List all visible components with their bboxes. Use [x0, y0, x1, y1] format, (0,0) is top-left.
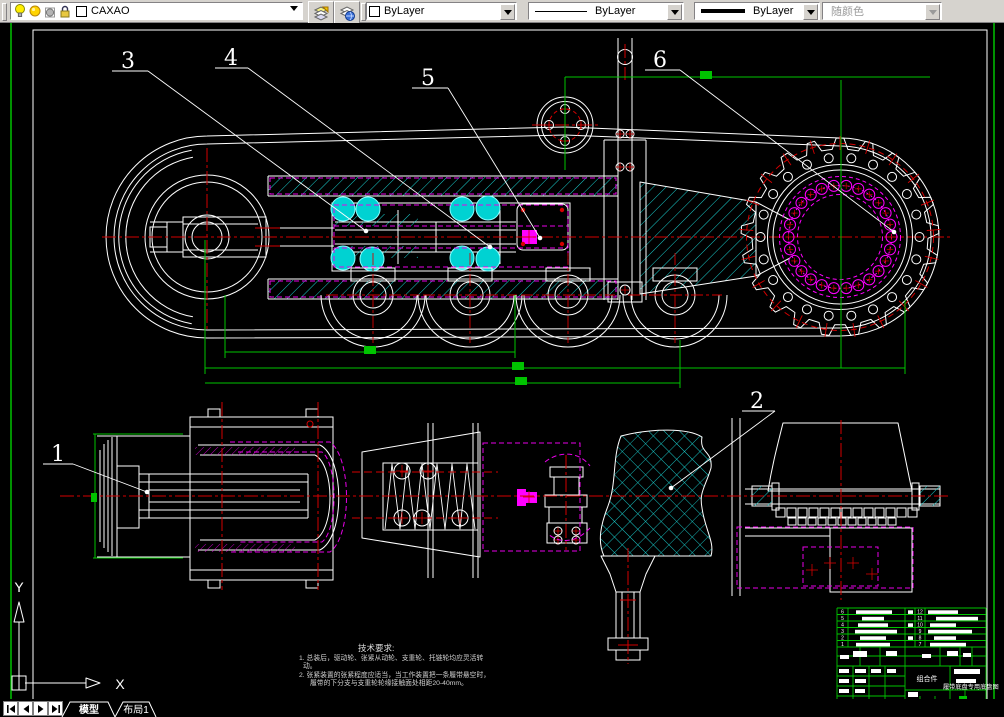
layer-previous-button[interactable] [334, 1, 360, 24]
svg-text:2: 2 [750, 389, 764, 414]
layers-globe-icon [339, 5, 355, 21]
svg-text:履带的下分支与支重轮轮缘接触面处相距20-40mm。: 履带的下分支与支重轮轮缘接触面处相距20-40mm。 [310, 678, 468, 687]
layout-tab-bar: 模型 布局1 [0, 699, 1004, 717]
plotstyle-combo: 随颜色 [822, 2, 942, 20]
freeze-sun-icon [29, 5, 41, 17]
lock-plane-icon [45, 7, 55, 18]
svg-text:2. 张紧装置的张紧程度应适当，当工作装置把一条履带悬空时，: 2. 张紧装置的张紧程度应适当，当工作装置把一条履带悬空时， [299, 670, 490, 679]
svg-text:5: 5 [841, 616, 844, 622]
tab-label-布局1[interactable]: 布局1 [123, 704, 149, 716]
svg-text:6: 6 [653, 48, 667, 73]
svg-text:3: 3 [841, 629, 844, 635]
svg-text:6: 6 [841, 610, 844, 616]
svg-text:9: 9 [919, 629, 922, 635]
chevron-down-icon [925, 4, 940, 20]
make-object-layer-current-button[interactable] [308, 1, 334, 24]
svg-text:技术要求:: 技术要求: [358, 643, 394, 653]
svg-text:3: 3 [121, 49, 135, 74]
svg-text:1: 1 [841, 642, 844, 648]
svg-text:Y: Y [14, 579, 24, 595]
layers-arrow-icon [313, 5, 329, 21]
color-combo[interactable]: ByLayer [366, 2, 517, 20]
svg-text:2: 2 [841, 636, 844, 642]
toolbar-grip[interactable] [2, 3, 7, 21]
svg-text:组合件: 组合件 [917, 674, 938, 683]
lock-icon [60, 5, 70, 18]
svg-text:8: 8 [919, 636, 922, 642]
chevron-down-icon[interactable] [803, 4, 818, 20]
svg-text:X: X [115, 676, 125, 692]
current-layer-name: CAXAO [91, 5, 130, 17]
properties-toolbar: CAXAO ByLayer ByLayer ByLayer 随颜色 [0, 0, 1004, 28]
svg-text:1: 1 [51, 442, 65, 467]
svg-text:10: 10 [917, 623, 923, 629]
svg-text:4: 4 [224, 46, 238, 71]
canvas-background [0, 23, 1004, 699]
svg-text:5: 5 [421, 66, 435, 91]
svg-text:7: 7 [919, 642, 922, 648]
lineweight-glyph [701, 9, 745, 13]
color-swatch [369, 5, 380, 17]
drawing-canvas[interactable]: 123 456技术要求:1. 总装后，驱动轮、张紧从动轮、支重轮、托链轮均应灵活转… [0, 23, 1004, 699]
svg-text:12: 12 [917, 610, 923, 616]
bulb-icon [15, 4, 25, 17]
svg-text:履带底盘专用底盘图: 履带底盘专用底盘图 [943, 683, 999, 691]
lineweight-combo[interactable]: ByLayer [694, 2, 820, 20]
svg-text:4: 4 [841, 623, 844, 629]
linetype-combo[interactable]: ByLayer [528, 2, 684, 20]
color-value: ByLayer [384, 5, 425, 17]
chevron-down-icon[interactable] [667, 4, 682, 20]
caxa-window: CAXAO ByLayer ByLayer ByLayer 随颜色 1 2 3 … [0, 0, 1004, 717]
svg-text:1. 总装后，驱动轮、张紧从动轮、支重轮、托链轮均应灵活转: 1. 总装后，驱动轮、张紧从动轮、支重轮、托链轮均应灵活转 [299, 653, 483, 662]
layer-state-icons [13, 3, 72, 19]
layer-color-swatch [76, 5, 87, 17]
layer-combo[interactable]: CAXAO [10, 2, 303, 28]
layout-tabs[interactable]: 模型 布局1 [0, 699, 1004, 717]
chevron-down-icon[interactable] [500, 4, 515, 20]
svg-text:动。: 动。 [303, 662, 317, 670]
tab-label-模型[interactable]: 模型 [79, 703, 99, 716]
svg-text:11: 11 [917, 616, 922, 622]
linetype-glyph [535, 10, 587, 12]
